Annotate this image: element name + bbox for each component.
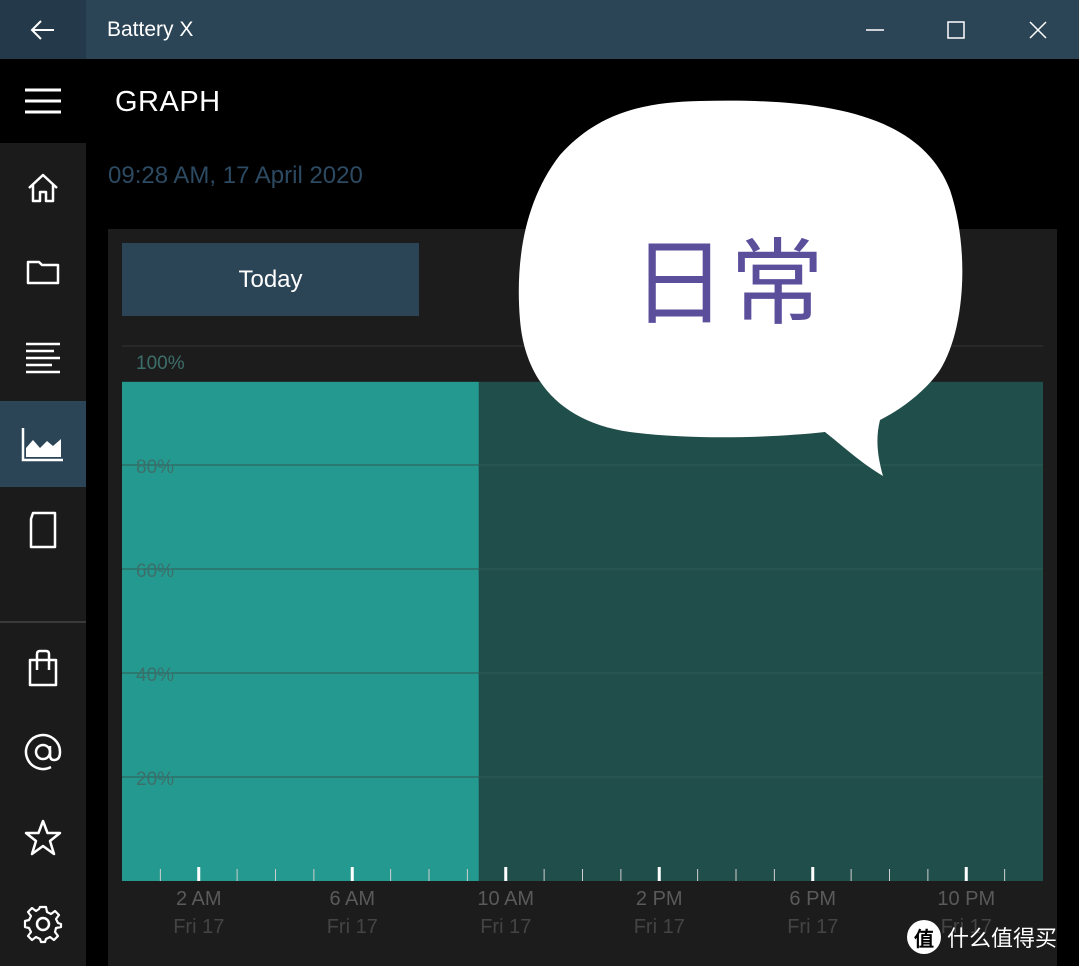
watermark-logo: 值 (907, 920, 941, 954)
speech-bubble (518, 100, 963, 477)
bubble-text: 日常 (632, 230, 829, 339)
watermark-text: 什么值得买 (947, 927, 1058, 952)
watermark: 值 什么值得买 (907, 920, 1057, 954)
